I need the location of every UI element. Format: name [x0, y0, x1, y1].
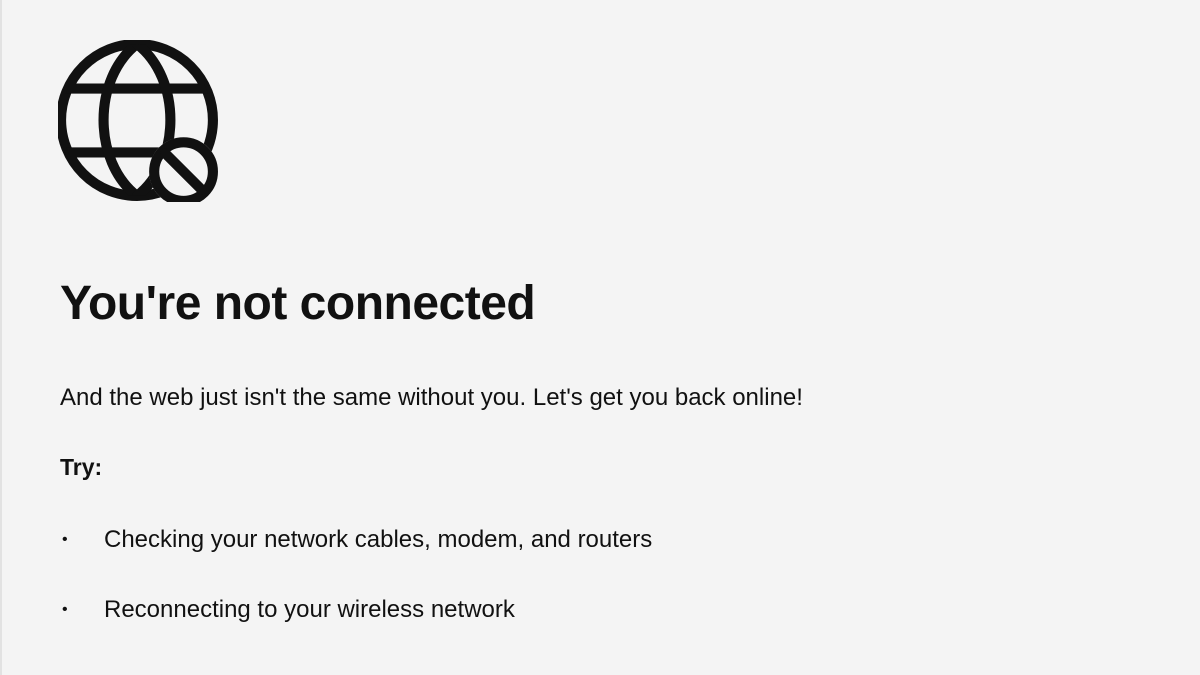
suggestion-text: Reconnecting to your wireless network: [104, 596, 515, 623]
error-message: And the web just isn't the same without …: [60, 384, 803, 411]
globe-blocked-icon: [58, 40, 220, 202]
bullet-icon: •: [62, 601, 68, 618]
suggestion-text: Checking your network cables, modem, and…: [104, 526, 653, 553]
page-title: You're not connected: [60, 277, 536, 330]
offline-error-page: You're not connected And the web just is…: [0, 0, 1200, 675]
bullet-icon: •: [62, 531, 68, 548]
try-label: Try:: [60, 454, 103, 480]
